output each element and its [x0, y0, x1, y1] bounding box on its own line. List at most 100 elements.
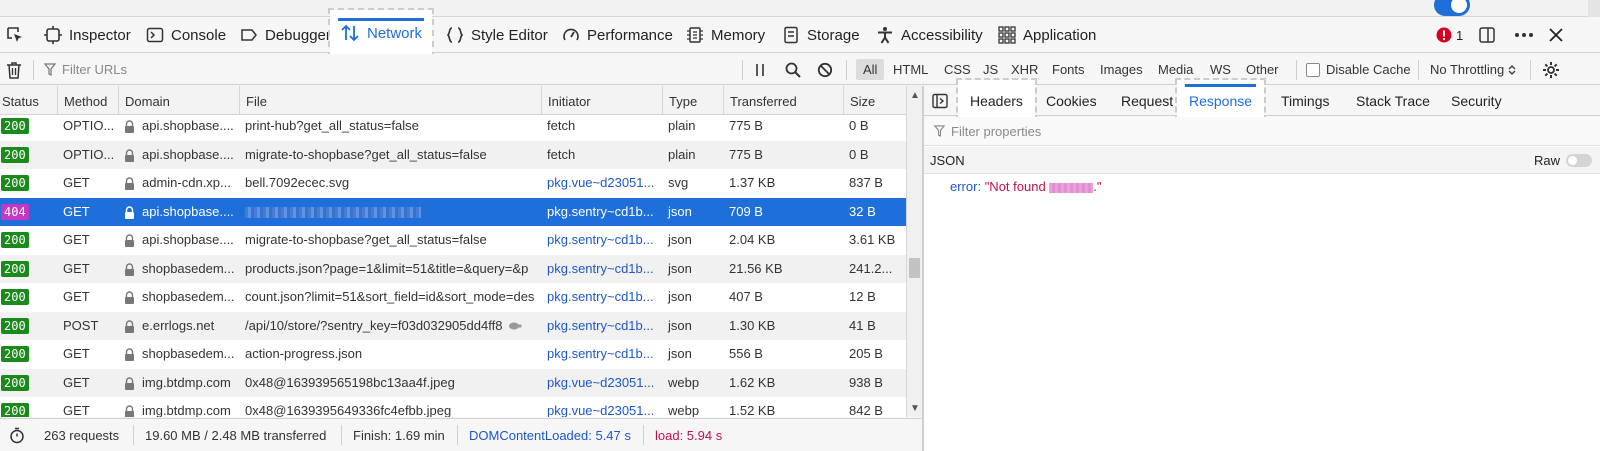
cell-initiator: pkg.sentry~cd1b... — [541, 226, 662, 255]
cell-file: products.json?page=1&limit=51&title=&que… — [239, 255, 541, 284]
cell-status: 200 — [0, 312, 57, 341]
tab-style-editor[interactable]: Style Editor — [446, 17, 548, 53]
tab-network[interactable]: Network — [327, 8, 435, 58]
lock-icon — [125, 234, 134, 248]
json-property-row[interactable]: error: "Not found ." — [950, 179, 1102, 194]
performance-analysis-button[interactable] — [9, 427, 25, 447]
type-text: json — [668, 289, 692, 304]
cell-initiator: pkg.sentry~cd1b... — [541, 312, 662, 341]
page-scrollbar[interactable] — [1588, 0, 1600, 17]
table-row[interactable]: 200 POST e.errlogs.net/api/10/store/?sentr… — [0, 311, 906, 341]
error-count-button[interactable]: 1 — [1436, 17, 1463, 53]
raw-toggle-switch[interactable] — [1566, 154, 1592, 167]
filter-urls-input[interactable]: Filter URLs — [44, 54, 734, 85]
tab-label: Memory — [711, 26, 766, 44]
dock-options-button[interactable] — [1478, 17, 1496, 53]
table-row[interactable]: 200 GET api.shopbase.... migrate-to-shopbas… — [0, 226, 906, 255]
column-header-domain[interactable]: Domain — [118, 86, 239, 115]
cell-size: 32 B — [843, 198, 906, 227]
cell-domain: shopbasedem... — [118, 255, 239, 284]
table-row[interactable]: 404 GET api.shopbase.... pkg.sentry~cd1b...… — [0, 197, 906, 227]
error-icon — [1436, 27, 1452, 43]
tab-console[interactable]: Console — [146, 17, 226, 53]
column-header-size[interactable]: Size — [843, 86, 906, 115]
raw-label: Raw — [1533, 153, 1560, 168]
tab-label: Inspector — [69, 26, 131, 44]
tab-inspector[interactable]: Inspector — [44, 17, 131, 53]
cell-size: 205 B — [843, 340, 906, 369]
cell-domain: img.btdmp.com — [118, 369, 239, 398]
type-text: plain — [668, 146, 696, 162]
size-text: 32 B — [849, 203, 876, 219]
initiator-text: pkg.sentry~cd1b... — [547, 203, 654, 219]
tab-performance[interactable]: Performance — [562, 17, 673, 53]
tab-application[interactable]: Application — [998, 17, 1096, 53]
clear-requests-button[interactable] — [6, 54, 22, 85]
type-text: webp — [668, 374, 700, 390]
close-devtools-button[interactable] — [1548, 17, 1564, 53]
pause-button[interactable] — [754, 54, 766, 85]
lock-icon — [125, 177, 134, 191]
scroll-up-arrow-icon[interactable]: ▲ — [909, 89, 921, 101]
cell-status: 200 — [0, 169, 57, 198]
tab-storage[interactable]: Storage — [782, 17, 860, 53]
tab-debugger[interactable]: Debugger — [240, 17, 331, 53]
table-row[interactable]: 200 OPTIO... api.shopbase.... migrate-to-sh… — [0, 140, 906, 169]
cell-size: 241.2... — [843, 255, 906, 284]
tab-cookies[interactable]: Cookies — [1046, 86, 1097, 116]
cell-file: /api/10/store/?sentry_key=f03d032905dd4f… — [239, 312, 541, 341]
type-filter-css[interactable]: CSS — [937, 59, 978, 80]
toggle-sidebar-button[interactable] — [932, 93, 948, 112]
type-filter-xhr[interactable]: XHR — [1004, 59, 1045, 80]
column-header-initiator[interactable]: Initiator — [541, 86, 662, 115]
status-badge: 200 — [1, 289, 29, 305]
type-filter-fonts[interactable]: Fonts — [1045, 59, 1092, 80]
table-row[interactable]: 200 GET shopbasedem... products.json?page=1… — [0, 254, 906, 284]
tab-response[interactable]: Response — [1174, 78, 1267, 122]
table-row[interactable]: 200 GET admin-cdn.xp... bell.7092ecec.svg pk… — [0, 169, 906, 198]
disable-cache-checkbox[interactable]: Disable Cache — [1306, 54, 1411, 85]
more-options-button[interactable] — [1514, 17, 1534, 53]
initiator-text: pkg.sentry~cd1b... — [547, 289, 654, 304]
cell-file: print-hub?get_all_status=false — [239, 112, 541, 141]
block-requests-button[interactable] — [817, 54, 833, 85]
table-scrollbar[interactable]: ▲ ▼ — [906, 86, 922, 417]
network-icon — [341, 24, 359, 42]
network-settings-button[interactable] — [1542, 54, 1560, 85]
table-row[interactable]: 200 OPTIO... api.shopbase.... print-hub?get… — [0, 112, 906, 141]
scroll-down-arrow-icon[interactable]: ▼ — [909, 402, 921, 414]
table-row[interactable]: 200 GET shopbasedem... count.json?limit=51&… — [0, 283, 906, 312]
table-row[interactable]: 200 GET img.btdmp.com 0x48@163939565198bc13… — [0, 368, 906, 398]
tab-request[interactable]: Request — [1121, 86, 1173, 116]
tab-stack-trace[interactable]: Stack Trace — [1356, 86, 1430, 116]
column-header-transferred[interactable]: Transferred — [723, 86, 843, 115]
domain-text: admin-cdn.xp... — [142, 175, 231, 190]
type-filter-media[interactable]: Media — [1151, 59, 1200, 80]
table-row[interactable]: 200 GET img.btdmp.com 0x48@1639395649336fc4… — [0, 397, 906, 417]
tab-memory[interactable]: Memory — [686, 17, 765, 53]
column-header-method[interactable]: Method — [57, 86, 118, 115]
tab-timings[interactable]: Timings — [1281, 86, 1330, 116]
page-toggle-switch[interactable] — [1434, 0, 1470, 16]
scrollbar-thumb[interactable] — [909, 258, 920, 278]
element-picker-button[interactable] — [4, 24, 26, 46]
filter-properties-input[interactable]: Filter properties — [924, 117, 1600, 146]
type-filter-other[interactable]: Other — [1239, 59, 1286, 80]
type-filter-js[interactable]: JS — [976, 59, 1005, 80]
tab-security[interactable]: Security — [1451, 86, 1502, 116]
column-header-type[interactable]: Type — [662, 86, 723, 115]
type-filter-images[interactable]: Images — [1093, 59, 1150, 80]
column-header-file[interactable]: File — [239, 86, 541, 115]
throttling-select[interactable]: No Throttling — [1430, 54, 1516, 85]
column-header-status[interactable]: Status — [0, 86, 57, 115]
table-row[interactable]: 200 GET shopbasedem... action-progress.json… — [0, 340, 906, 369]
type-filter-html[interactable]: HTML — [886, 59, 935, 80]
tab-headers[interactable]: Headers — [956, 78, 1037, 122]
cell-type: json — [662, 283, 723, 312]
transferred-text: 1.62 KB — [729, 374, 776, 390]
type-text: json — [668, 203, 692, 219]
type-filter-all[interactable]: All — [856, 59, 885, 80]
tab-accessibility[interactable]: Accessibility — [876, 17, 983, 53]
search-button[interactable] — [785, 54, 801, 85]
type-filter-ws[interactable]: WS — [1203, 59, 1238, 80]
